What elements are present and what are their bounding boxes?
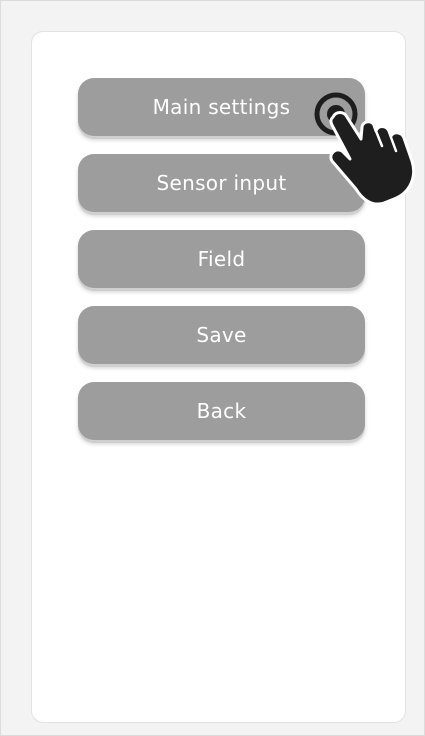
screen-frame: Main settings Sensor input Field Save Ba… <box>0 0 425 736</box>
back-button[interactable]: Back <box>78 382 365 440</box>
field-button[interactable]: Field <box>78 230 365 288</box>
pointing-hand-click-icon <box>314 92 416 206</box>
save-button[interactable]: Save <box>78 306 365 364</box>
